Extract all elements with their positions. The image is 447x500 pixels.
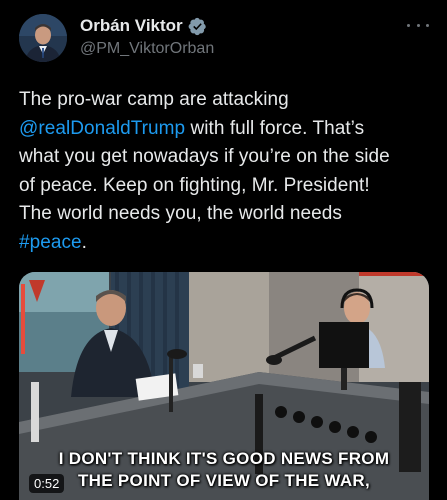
caption-line: THE POINT OF VIEW OF THE WAR, [77,471,371,490]
tweet: Orbán Viktor @PM_ViktorOrban The pro-war… [0,0,447,500]
tweet-line: of peace. Keep on fighting, Mr. Presiden… [19,174,370,196]
tweet-line: what you get nowadays if you’re on the s… [19,146,390,167]
tweet-line: The world needs you, the world needs [19,203,342,224]
video-caption: I DON'T THINK IT'S GOOD NEWS FROM THE PO… [19,448,429,492]
tweet-line: #peace. [19,229,429,258]
tweet-text: The pro-war camp are attacking @realDona… [19,86,429,257]
tweet-text-fragment: . [81,231,87,253]
tweet-text-fragment: with full force. That’s [185,117,365,139]
video-duration: 0:52 [29,474,65,493]
verified-badge-icon[interactable] [188,17,207,36]
display-name[interactable]: Orbán Viktor [80,16,183,36]
video-player[interactable]: I DON'T THINK IT'S GOOD NEWS FROM THE PO… [19,272,429,500]
name-row: Orbán Viktor [80,14,214,38]
more-options-icon[interactable] [407,18,429,32]
more-dot [426,23,429,27]
hashtag-link[interactable]: #peace [19,232,82,253]
more-dot [416,23,420,27]
handle[interactable]: @PM_ViktorOrban [80,40,214,58]
tweet-line: The pro-war camp are attacking [19,89,289,110]
tweet-line: @realDonaldTrump with full force. That’s [19,115,429,144]
mention-link[interactable]: @realDonaldTrump [19,118,185,139]
caption-line: I DON'T THINK IT'S GOOD NEWS FROM [58,449,390,468]
avatar[interactable] [19,14,67,62]
avatar-image [19,14,67,62]
more-dot [407,23,410,27]
author-block: Orbán Viktor @PM_ViktorOrban [80,14,214,62]
